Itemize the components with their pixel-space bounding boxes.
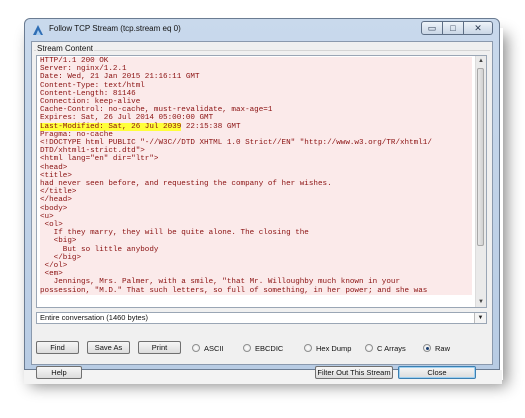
- dropdown-arrow-icon[interactable]: ▼: [474, 313, 486, 323]
- stream-line: Pragma: no-cache: [40, 130, 472, 140]
- maximize-button[interactable]: □: [442, 21, 464, 35]
- radio-label: C Arrays: [377, 343, 406, 353]
- stream-line: Expires: Sat, 26 Jul 2014 05:00:00 GMT: [40, 114, 472, 123]
- radio-label: ASCII: [204, 343, 224, 353]
- stream-line: DTD/xhtml1-strict.dtd">: [40, 147, 472, 156]
- radio-indicator-icon[interactable]: [365, 344, 373, 352]
- stream-line: HTTP/1.1 200 OK: [40, 57, 472, 66]
- stream-line: Date: Wed, 21 Jan 2015 21:16:11 GMT: [40, 73, 472, 82]
- radio-indicator-icon[interactable]: [423, 344, 431, 352]
- scroll-up-arrow-icon[interactable]: ▲: [476, 56, 486, 66]
- stream-line: Server: nginx/1.2.1: [40, 65, 472, 74]
- radio-label: EBCDIC: [255, 343, 284, 353]
- title-bar[interactable]: Follow TCP Stream (tcp.stream eq 0) ▭ □ …: [25, 19, 499, 41]
- vertical-scrollbar[interactable]: ▲ ▼: [475, 56, 486, 307]
- stream-line-last-modified: Last-Modified: Sat, 26 Jul 2039 22:15:38…: [40, 122, 472, 131]
- stream-text-body: HTTP/1.1 200 OK Server: nginx/1.2.1 Date: …: [40, 57, 472, 295]
- radio-indicator-icon[interactable]: [192, 344, 200, 352]
- radio-hex-dump[interactable]: Hex Dump: [304, 342, 351, 354]
- conversation-select[interactable]: Entire conversation (1460 bytes) ▼: [36, 312, 487, 324]
- maximize-icon: □: [450, 23, 456, 33]
- window-title: Follow TCP Stream (tcp.stream eq 0): [49, 24, 181, 33]
- stream-line: </big>: [40, 253, 472, 263]
- minimize-icon: ▭: [427, 22, 437, 33]
- follow-tcp-stream-dialog: Follow TCP Stream (tcp.stream eq 0) ▭ □ …: [24, 18, 500, 379]
- stream-line: <em>: [40, 270, 472, 279]
- conversation-select-value: Entire conversation (1460 bytes): [40, 313, 148, 322]
- stream-line: But so little anybody: [40, 245, 472, 254]
- minimize-button[interactable]: ▭: [421, 21, 443, 35]
- stream-line: <head>: [40, 163, 472, 172]
- save-as-button[interactable]: Save As: [87, 341, 130, 354]
- stream-line: </title>: [40, 188, 472, 197]
- stream-line: Jennings, Mrs. Palmer, with a smile, "th…: [40, 278, 472, 287]
- stream-line-rest: 22:15:38 GMT: [181, 122, 241, 131]
- group-divider: [34, 50, 490, 51]
- radio-ascii[interactable]: ASCII: [192, 342, 224, 354]
- stream-content-label: Stream Content: [36, 44, 95, 53]
- stream-line: Content-Length: 81146: [40, 89, 472, 99]
- stream-line: <title>: [40, 171, 472, 181]
- close-window-button[interactable]: ✕: [463, 21, 493, 35]
- stream-line: If they marry, they will be quite alone.…: [40, 229, 472, 238]
- stream-line: <ol>: [40, 221, 472, 230]
- help-button[interactable]: Help: [36, 366, 82, 379]
- close-icon: ✕: [474, 22, 482, 33]
- radio-indicator-icon[interactable]: [243, 344, 251, 352]
- highlighted-text: Last-Modified: Sat, 26 Jul 2039: [40, 122, 182, 131]
- stream-line: <html lang="en" dir="ltr">: [40, 155, 472, 164]
- radio-indicator-icon[interactable]: [304, 344, 312, 352]
- stream-line: possession, "M.D." That such letters, so…: [40, 286, 472, 295]
- scroll-down-arrow-icon[interactable]: ▼: [476, 297, 486, 307]
- wireshark-fin-icon: [33, 25, 43, 35]
- stream-line: Content-Type: text/html: [40, 81, 472, 90]
- stream-line: <big>: [40, 237, 472, 246]
- stream-line: <!DOCTYPE html PUBLIC "-//W3C//DTD XHTML…: [40, 139, 472, 148]
- scrollbar-thumb[interactable]: [477, 68, 484, 246]
- stream-line: had never seen before, and requesting th…: [40, 180, 472, 189]
- stream-line: Cache-Control: no-cache, must-revalidate…: [40, 106, 472, 115]
- stream-line: </head>: [40, 196, 472, 205]
- radio-c-arrays[interactable]: C Arrays: [365, 342, 406, 354]
- radio-label: Raw: [435, 343, 451, 353]
- filter-out-stream-button[interactable]: Filter Out This Stream: [315, 366, 393, 379]
- radio-label: Hex Dump: [316, 343, 352, 353]
- close-button[interactable]: Close: [398, 366, 476, 379]
- stream-line: Connection: keep-alive: [40, 98, 472, 107]
- radio-raw[interactable]: Raw: [423, 342, 450, 354]
- radio-ebcdic[interactable]: EBCDIC: [243, 342, 283, 354]
- find-button[interactable]: Find: [36, 341, 79, 354]
- print-button[interactable]: Print: [138, 341, 181, 354]
- stream-line: <body>: [40, 204, 472, 213]
- stream-line: <u>: [40, 212, 472, 222]
- window-controls: ▭ □ ✕: [421, 21, 493, 35]
- stream-content-text[interactable]: HTTP/1.1 200 OK Server: nginx/1.2.1 Date: …: [36, 55, 487, 308]
- stream-line: </ol>: [40, 262, 472, 271]
- dialog-client-area: Stream Content HTTP/1.1 200 OK Server: ng…: [31, 41, 493, 379]
